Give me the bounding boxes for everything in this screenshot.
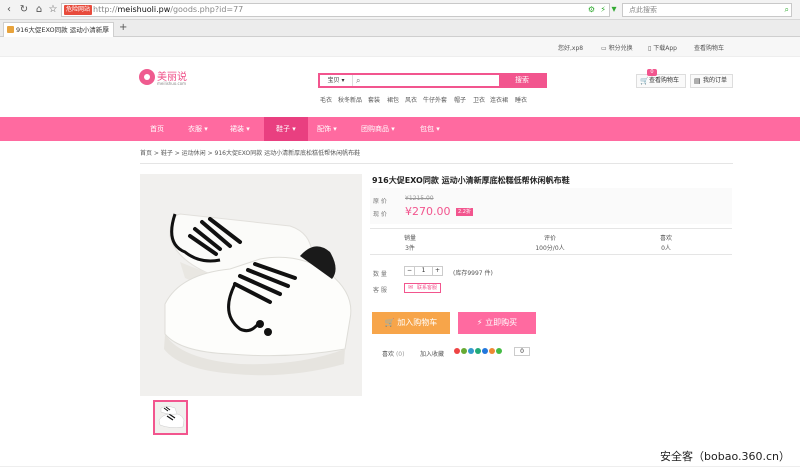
secure-icon[interactable]: ⚙ xyxy=(588,4,595,16)
tab-active[interactable]: 916大促EXO同款 运动小清新厚 × xyxy=(3,22,114,37)
main-nav: 首页 衣服 ▾ 裙装 ▾ 鞋子 ▾ 配饰 ▾ 团购商品 ▾ 包包 ▾ xyxy=(0,117,800,141)
product-thumbnail[interactable] xyxy=(153,400,188,435)
share-renren-icon[interactable] xyxy=(489,348,495,354)
stat-reviews-label: 评价 xyxy=(543,235,556,242)
nav-item-home[interactable]: 首页 xyxy=(150,117,164,141)
order-icon: ▤ xyxy=(694,77,701,85)
favorite-link[interactable]: 加入收藏 xyxy=(420,349,444,358)
search-input[interactable] xyxy=(366,75,500,86)
site-topbar: 您好,xp8 ▭ 积分兑换 ▯ 下载App 查看购物车 xyxy=(0,37,800,57)
orig-price-label: 原 价 xyxy=(373,198,387,205)
user-greeting[interactable]: 您好,xp8 xyxy=(558,43,583,52)
current-price: ¥270.00 xyxy=(405,205,451,218)
view-cart-link[interactable]: 查看购物车 xyxy=(694,43,724,52)
hot-word[interactable]: 牛仔外套 xyxy=(423,95,447,104)
nav-item-clothes[interactable]: 衣服 ▾ xyxy=(188,117,208,141)
discount-badge: 2.2折 xyxy=(456,208,473,216)
share-douban-icon[interactable] xyxy=(461,348,467,354)
search-button[interactable]: 搜索 xyxy=(499,75,545,86)
stat-likes-label: 喜欢 xyxy=(659,235,672,242)
qty-value[interactable]: 1 xyxy=(422,267,426,274)
product-title: 916大促EXO同款 运动小清新厚底松糕低帮休闲帆布鞋 xyxy=(372,176,570,185)
search-category-select[interactable]: 宝贝 ▾ xyxy=(320,75,353,86)
address-bar[interactable]: 危险网站 http://meishuoli.pw/goods.php?id=77… xyxy=(61,3,610,17)
hot-word[interactable]: 连衣裙 xyxy=(490,95,508,104)
nav-item-bags[interactable]: 包包 ▾ xyxy=(420,117,440,141)
stat-sales-label: 销量 xyxy=(403,235,416,242)
app-link[interactable]: ▯ 下载App xyxy=(648,43,677,52)
hot-word[interactable]: 毛衣 xyxy=(320,95,332,104)
hot-word[interactable]: 风衣 xyxy=(405,95,417,104)
contact-service-button[interactable]: ✉ 联系客服 xyxy=(404,283,442,293)
dropdown-icon[interactable]: ▾ xyxy=(608,4,620,16)
browser-toolbar: ‹ ↻ ⌂ ☆ 危险网站 http://meishuoli.pw/goods.p… xyxy=(0,0,800,20)
hot-word[interactable]: 秋冬新品 xyxy=(338,95,362,104)
orig-price: ¥1215.00 xyxy=(405,195,434,202)
quantity-stepper: − 1 + xyxy=(404,266,443,276)
flower-logo-icon xyxy=(139,69,155,85)
stock-text: (库存9997 件) xyxy=(453,270,493,277)
new-tab-button[interactable]: + xyxy=(119,22,127,33)
price-label: 现 价 xyxy=(373,211,387,218)
buy-now-button[interactable]: ⚡ 立即购买 xyxy=(458,312,536,334)
product-main-image[interactable] xyxy=(140,174,362,396)
share-wechat-icon[interactable] xyxy=(475,348,481,354)
browser-search-input[interactable]: 点此搜索 ⌕ xyxy=(622,3,792,17)
qty-plus-button[interactable]: + xyxy=(432,267,442,275)
add-to-cart-button[interactable]: 🛒 加入购物车 xyxy=(372,312,450,334)
hot-word[interactable]: 套装 xyxy=(368,95,380,104)
hot-word[interactable]: 卫衣 xyxy=(473,95,485,104)
points-link[interactable]: ▭ 积分兑换 xyxy=(601,43,633,52)
danger-site-tag: 危险网站 xyxy=(64,5,93,15)
cart-count-badge: 0 xyxy=(647,69,657,76)
close-icon[interactable]: × xyxy=(105,23,110,37)
shoe-image xyxy=(140,174,362,396)
service-label: 客 服 xyxy=(373,287,387,294)
qty-minus-button[interactable]: − xyxy=(405,267,415,275)
tab-bar: 916大促EXO同款 运动小清新厚 × + xyxy=(0,20,800,37)
share-tencent-icon[interactable] xyxy=(482,348,488,354)
stat-reviews-value: 100分/0人 xyxy=(535,245,565,252)
view-cart-button[interactable]: 🛒 查看购物车 xyxy=(636,74,686,88)
tab-title: 916大促EXO同款 运动小清新厚 xyxy=(16,26,109,34)
refresh-icon[interactable]: ↻ xyxy=(18,4,30,16)
cart-favicon-icon xyxy=(7,26,14,33)
shoe-thumb-image xyxy=(155,402,186,433)
site-search: 宝贝 ▾ ⌕ 搜索 xyxy=(318,73,547,88)
cart-icon: 🛒 xyxy=(384,318,395,327)
stat-likes-value: 0人 xyxy=(661,245,671,252)
hot-word[interactable]: 帽子 xyxy=(454,95,466,104)
divider xyxy=(140,163,733,164)
stat-sales-value: 3件 xyxy=(405,245,415,252)
divider xyxy=(0,466,800,467)
back-icon[interactable]: ‹ xyxy=(3,4,15,16)
lightning-icon: ⚡ xyxy=(476,318,483,327)
breadcrumb[interactable]: 首页 > 鞋子 > 运动休闲 > 916大促EXO同款 运动小清新厚底松糕低帮休… xyxy=(140,148,360,157)
search-icon: ⌕ xyxy=(356,76,361,85)
hot-word[interactable]: 睡衣 xyxy=(515,95,527,104)
lightning-icon[interactable]: ⚡ xyxy=(600,4,606,16)
share-qzone-icon[interactable] xyxy=(468,348,474,354)
star-icon[interactable]: ☆ xyxy=(47,4,59,16)
nav-item-shoes[interactable]: 鞋子 ▾ xyxy=(264,117,308,141)
my-orders-button[interactable]: ▤ 我的订单 xyxy=(690,74,733,88)
nav-item-accessories[interactable]: 配饰 ▾ xyxy=(317,117,337,141)
nav-item-groupbuy[interactable]: 团购商品 ▾ xyxy=(361,117,395,141)
nav-item-skirts[interactable]: 裙装 ▾ xyxy=(230,117,250,141)
cart-icon: 🛒 xyxy=(640,77,649,85)
watermark-text: 安全客（bobao.360.cn） xyxy=(660,450,790,463)
qty-label: 数 量 xyxy=(373,271,387,278)
home-icon[interactable]: ⌂ xyxy=(33,4,45,16)
url-text: http://meishuoli.pw/goods.php?id=77 xyxy=(93,5,244,14)
share-count: 0 xyxy=(514,347,530,356)
share-more-icon[interactable] xyxy=(496,348,502,354)
search-icon[interactable]: ⌕ xyxy=(785,4,789,16)
like-link[interactable]: 喜欢 (0) xyxy=(382,349,404,358)
hot-word[interactable]: 裙包 xyxy=(387,95,399,104)
chat-icon: ✉ xyxy=(408,284,414,291)
product-stats: 销量 3件 评价 100分/0人 喜欢 0人 xyxy=(370,228,732,255)
share-weibo-icon[interactable] xyxy=(454,348,460,354)
